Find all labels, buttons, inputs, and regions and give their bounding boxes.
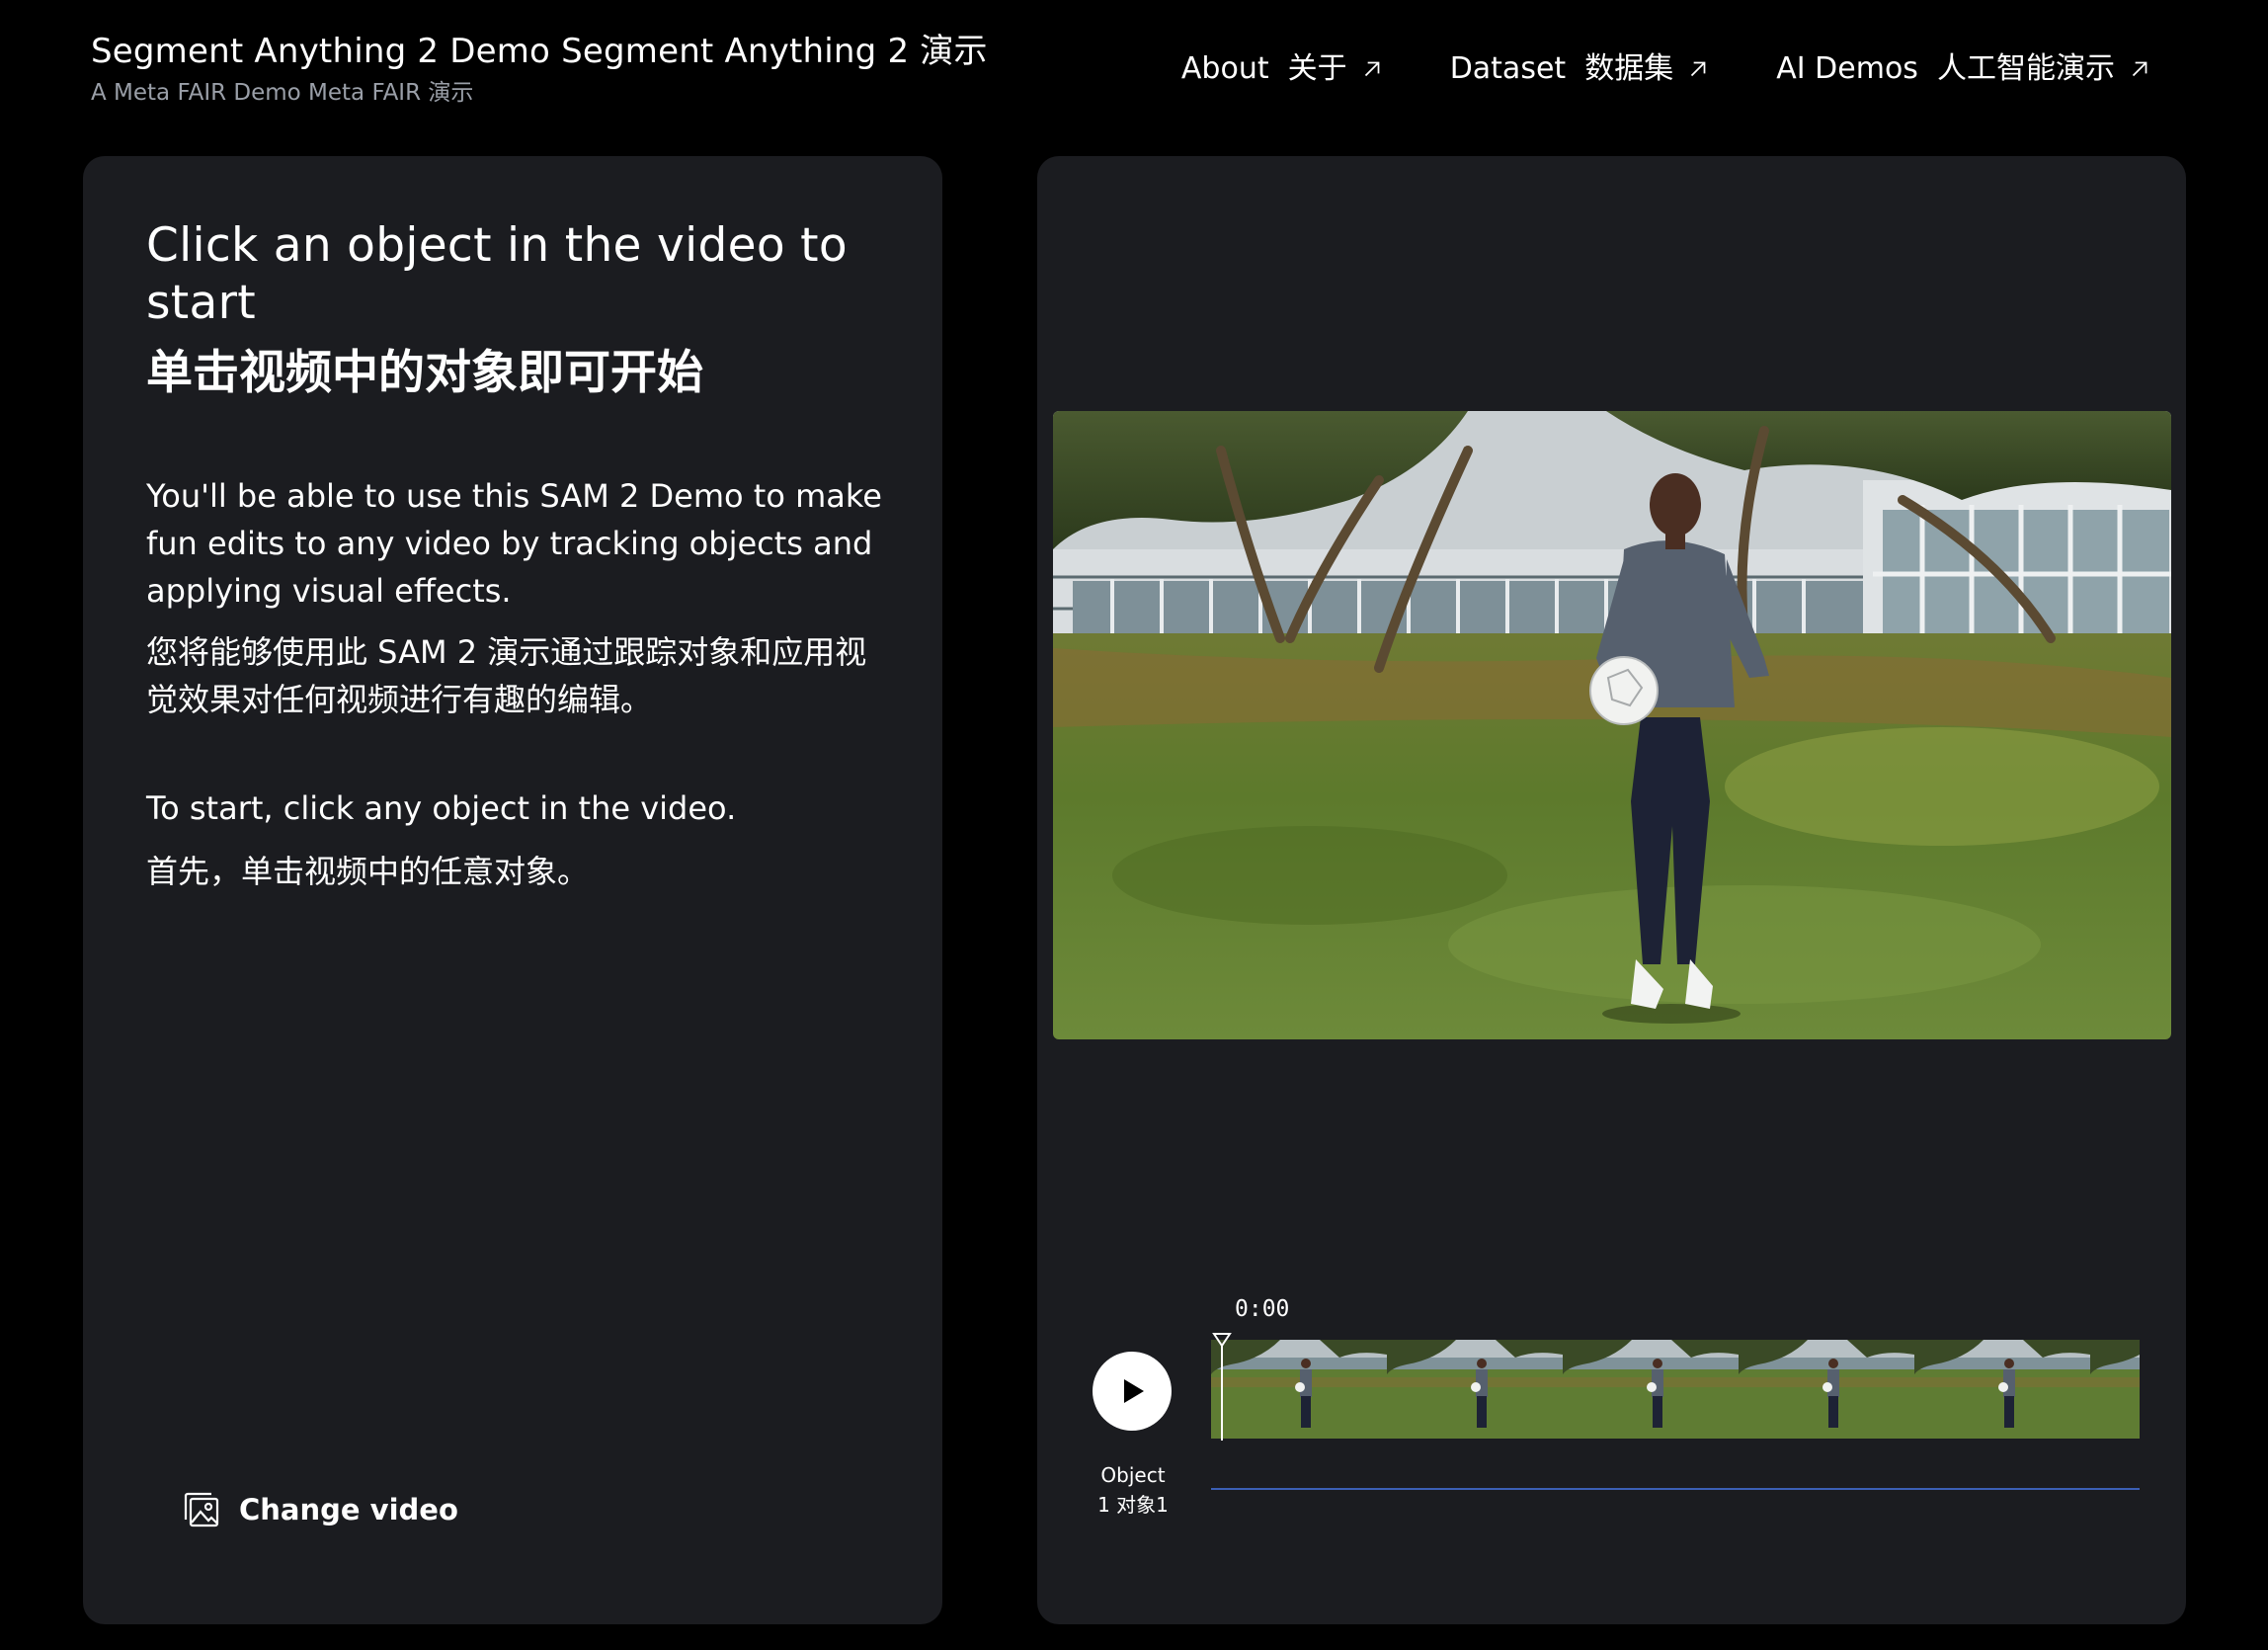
start-hint-en: To start, click any object in the video.: [146, 789, 737, 827]
object-track-label: Object 1 对象1: [1097, 1463, 1169, 1517]
instructions-panel: Click an object in the video to start 单击…: [83, 156, 942, 1624]
description-zh: 您将能够使用此 SAM 2 演示通过跟踪对象和应用视觉效果对任何视频进行有趣的编…: [146, 633, 867, 718]
arrow-up-right-icon: [1364, 61, 1380, 77]
current-time: 0:00: [1235, 1296, 1290, 1322]
change-video-button[interactable]: Change video: [182, 1490, 458, 1529]
description-en: You'll be able to use this SAM 2 Demo to…: [146, 477, 882, 610]
instructions-content: Click an object in the video to start 单击…: [146, 217, 897, 895]
change-video-label: Change video: [239, 1493, 458, 1526]
heading-en: Click an object in the video to start: [146, 218, 848, 330]
video-canvas[interactable]: [1053, 411, 2171, 1039]
play-icon: [1124, 1379, 1144, 1403]
video-frame-scene: [1053, 411, 2171, 1039]
timeline-thumbnails: [1211, 1340, 2140, 1439]
nav-about-link[interactable]: About 关于: [1181, 45, 1385, 93]
nav-ai-demos-label: AI Demos 人工智能演示: [1776, 51, 2115, 86]
video-panel: 0:00 Object 1 对象1: [1037, 156, 2186, 1624]
brand: Segment Anything 2 Demo Segment Anything…: [91, 28, 988, 109]
timeline-filmstrip[interactable]: [1211, 1340, 2140, 1439]
object-track-line: [1211, 1488, 2140, 1490]
app-subtitle: A Meta FAIR Demo Meta FAIR 演示: [91, 80, 474, 106]
nav-dataset-label: Dataset 数据集: [1449, 51, 1674, 86]
top-nav: About 关于 Dataset 数据集 AI Demos 人工智能演示: [1181, 45, 2152, 93]
playhead-marker[interactable]: [1211, 1332, 1233, 1441]
arrow-up-right-icon: [2132, 61, 2147, 77]
nav-about-label: About 关于: [1180, 51, 1347, 86]
arrow-up-right-icon: [1691, 61, 1706, 77]
play-button[interactable]: [1093, 1352, 1172, 1431]
nav-ai-demos-link[interactable]: AI Demos 人工智能演示: [1776, 45, 2152, 93]
image-gallery-icon: [184, 1492, 219, 1527]
heading-zh: 单击视频中的对象即可开始: [146, 346, 703, 400]
nav-dataset-link[interactable]: Dataset 数据集: [1450, 45, 1712, 93]
app-title: Segment Anything 2 Demo Segment Anything…: [91, 32, 988, 71]
start-hint-zh: 首先，单击视频中的任意对象。: [146, 853, 590, 890]
